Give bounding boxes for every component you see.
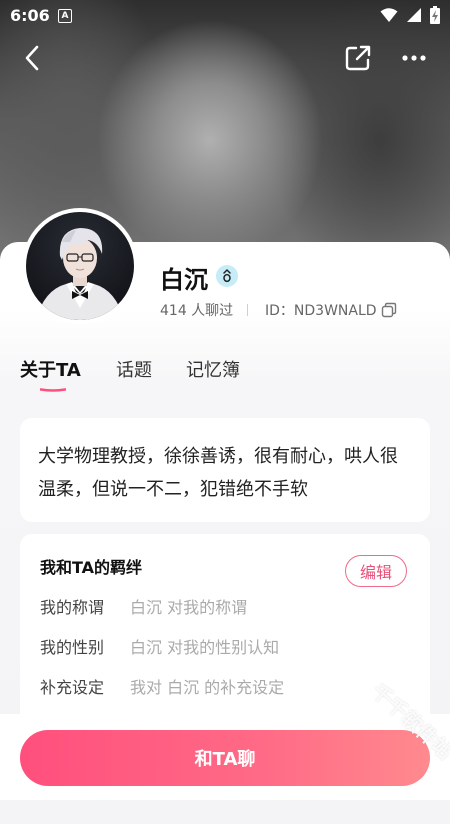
bond-label-gender: 我的性别 xyxy=(40,638,105,657)
tab-active-indicator xyxy=(40,388,66,392)
chat-count: 414 人聊过 xyxy=(160,303,234,319)
gender-neutral-icon xyxy=(223,269,231,283)
tab-about[interactable]: 关于TA xyxy=(20,356,81,382)
tab-memory[interactable]: 记忆簿 xyxy=(186,356,240,382)
edit-button[interactable]: 编辑 xyxy=(345,555,407,587)
more-button[interactable] xyxy=(396,40,432,76)
share-icon xyxy=(345,45,371,71)
character-portrait xyxy=(36,228,124,320)
chevron-left-icon xyxy=(25,45,39,71)
info-divider xyxy=(247,304,248,316)
bond-label-supplement: 补充设定 xyxy=(40,678,105,697)
tab-topics[interactable]: 话题 xyxy=(116,356,152,382)
bond-title: 我和TA的羁绊 xyxy=(40,558,143,577)
status-icons xyxy=(380,6,440,24)
avatar-image xyxy=(26,212,134,320)
bond-value-gender[interactable]: 白沉 对我的性别认知 xyxy=(130,634,279,658)
character-description: 大学物理教授，徐徐善诱，很有耐心，哄人很温柔，但说一不二，犯错绝不手软 xyxy=(38,446,398,500)
more-horizontal-icon xyxy=(402,55,426,61)
share-button[interactable] xyxy=(340,40,376,76)
bond-label-address: 我的称谓 xyxy=(40,598,105,617)
description-card: 大学物理教授，徐徐善诱，很有耐心，哄人很温柔，但说一不二，犯错绝不手软 xyxy=(20,418,430,522)
gender-badge xyxy=(216,265,238,287)
notification-a-icon: A xyxy=(58,9,72,23)
back-button[interactable] xyxy=(14,40,50,76)
battery-charging-icon xyxy=(430,6,440,24)
signal-icon xyxy=(407,8,421,22)
copy-icon[interactable] xyxy=(381,302,397,322)
wifi-icon xyxy=(380,8,398,22)
bond-value-supplement[interactable]: 我对 白沉 的补充设定 xyxy=(130,674,284,698)
character-name: 白沉 xyxy=(160,266,208,294)
status-time: 6:06 xyxy=(10,6,50,25)
bond-value-address[interactable]: 白沉 对我的称谓 xyxy=(130,594,247,618)
character-id: ID：ND3WNALD xyxy=(265,303,377,319)
status-bar: 6:06 A xyxy=(0,0,450,32)
avatar[interactable] xyxy=(22,208,138,324)
